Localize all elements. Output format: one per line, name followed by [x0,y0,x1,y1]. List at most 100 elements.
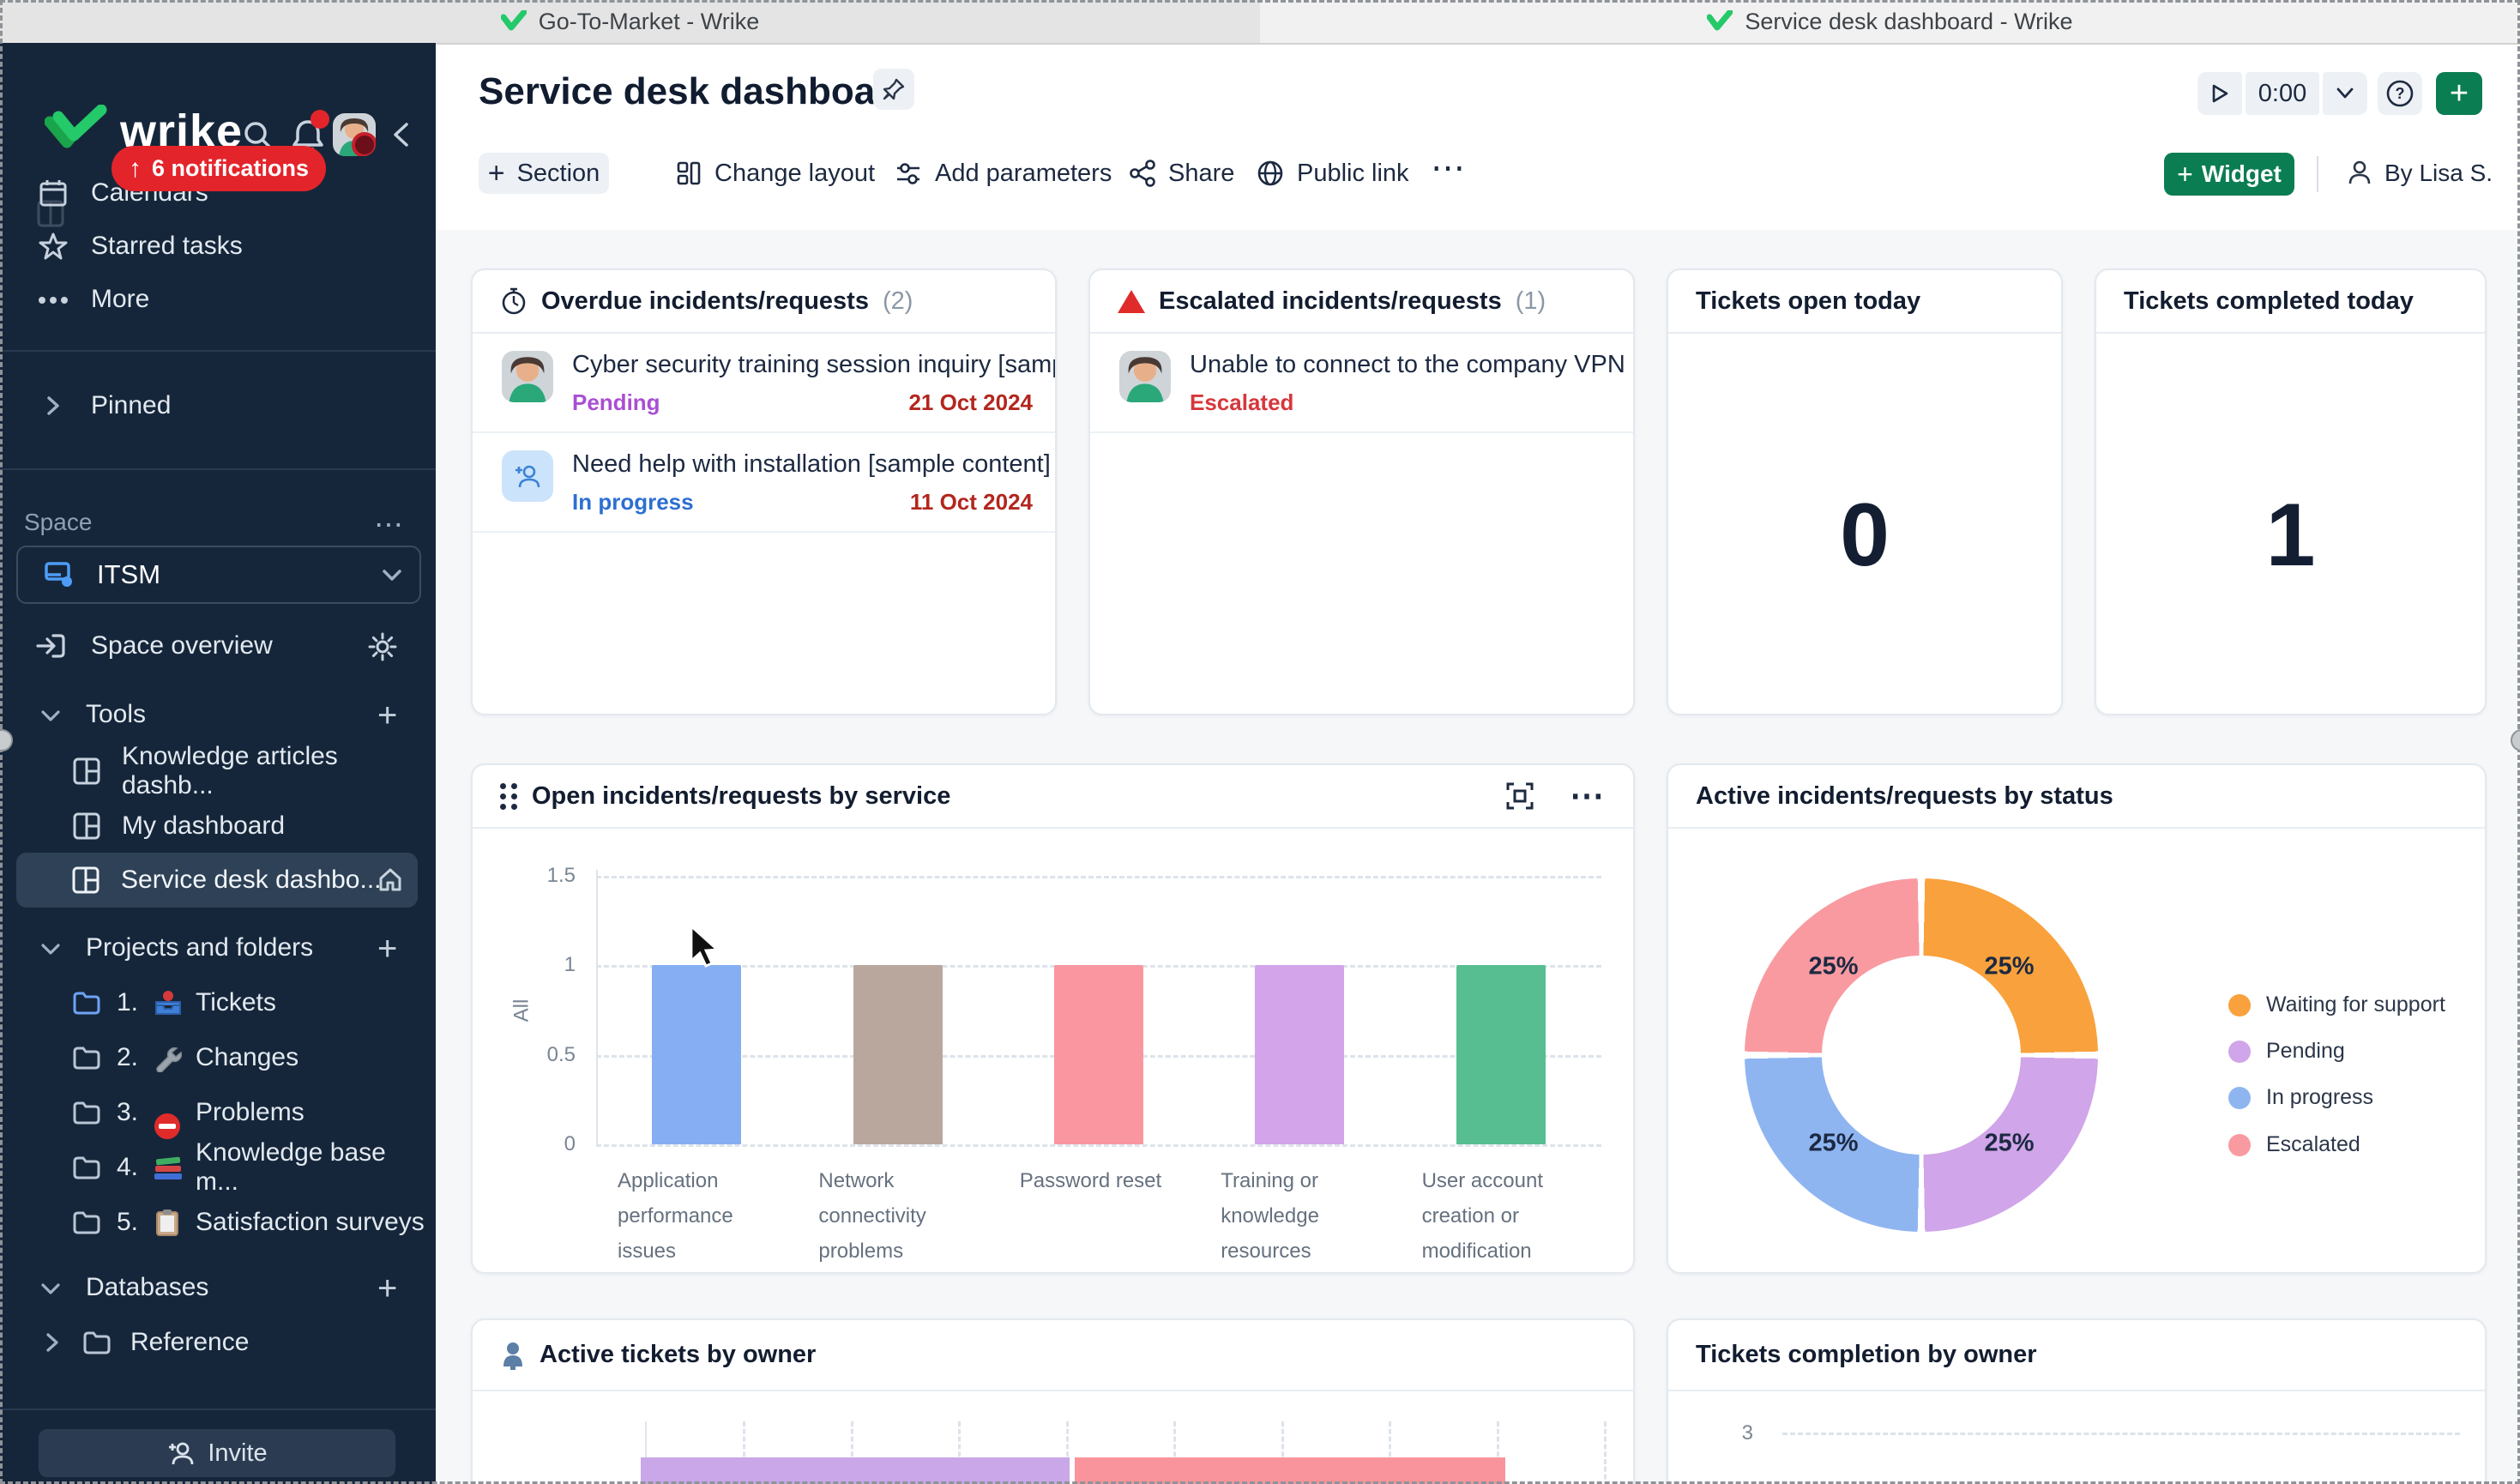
focus-icon[interactable] [1504,781,1535,811]
task-title: Need help with installation [sample cont… [572,450,1055,479]
sidebar-item-changes[interactable]: 2. Changes [0,1031,436,1084]
folder-icon [72,1100,101,1125]
wrench-icon [153,1045,182,1072]
sidebar-item-starred-tasks[interactable]: Starred tasks [0,220,436,273]
drag-handle-icon[interactable] [500,783,518,810]
sidebar-item-space-overview[interactable]: Space overview [0,619,436,673]
browser-tab-service-desk[interactable]: Service desk dashboard - Wrike [1260,0,2520,43]
add-section-button[interactable]: + Section [479,153,609,194]
bar-3[interactable] [1255,965,1344,1144]
widget-more-icon[interactable]: ⋯ [1570,776,1606,816]
sidebar-section-projects[interactable]: Projects and folders + [0,921,436,974]
toolbar-more-button[interactable]: ⋯ [1431,148,1467,189]
sidebar-item-pinned[interactable]: Pinned [0,379,436,432]
legend-item: Pending [2228,1039,2345,1064]
browser-tab-go-to-market[interactable]: Go-To-Market - Wrike [0,0,1260,43]
gridline [596,876,1601,878]
donut-ring[interactable] [1745,878,2098,1232]
change-layout-button[interactable]: Change layout [675,153,875,194]
byline[interactable]: By Lisa S. [2347,153,2493,194]
chevron-right-icon [41,1331,62,1354]
add-widget-button[interactable]: + Widget [2164,153,2294,196]
widget-active-by-status: Active incidents/requests by status 25%2… [1667,763,2487,1274]
help-button[interactable]: ? [2378,72,2422,115]
widget-title: Open incidents/requests by service [532,782,950,811]
bar-segment-Pending[interactable] [641,1457,1070,1484]
task-row[interactable]: Need help with installation [sample cont… [473,433,1055,533]
invite-button[interactable]: Invite [39,1429,395,1477]
slice-label: 25% [1984,1129,2034,1157]
bar-segment-Escalated[interactable] [1075,1457,1505,1484]
space-section-header: Space ⋯ [0,496,436,549]
share-button[interactable]: Share [1129,153,1234,194]
gear-icon[interactable] [367,631,398,662]
add-parameters-button[interactable]: Add parameters [894,153,1112,194]
timer-dropdown-button[interactable] [2323,72,2367,115]
legend-item: Escalated [2228,1132,2360,1157]
sidebar-item-tickets[interactable]: 1. Tickets [0,976,436,1029]
itsm-space-icon [44,561,75,588]
avatar [502,351,553,402]
add-tool-icon[interactable]: + [377,697,397,735]
folder-icon [72,1045,101,1071]
widget-label: Widget [2202,160,2282,188]
sidebar-item-label: Satisfaction surveys [196,1208,425,1237]
task-title: Unable to connect to the company VPN [sa… [1190,351,1633,379]
axis-tick: 0 [524,1132,576,1156]
sidebar-item-more[interactable]: More [0,273,436,326]
add-project-icon[interactable]: + [377,930,397,968]
space-more-icon[interactable]: ⋯ [374,508,405,542]
sidebar-item-satisfaction-surveys[interactable]: 5. Satisfaction surveys [0,1196,436,1249]
legend-label: Escalated [2266,1132,2360,1157]
browser-tab-bar: Go-To-Market - Wrike Service desk dashbo… [0,0,2520,45]
bar-2[interactable] [1054,965,1143,1144]
sidebar-item-label: Knowledge base m... [196,1138,436,1197]
counter-value: 1 [2096,485,2485,587]
invite-label: Invite [208,1439,267,1468]
bar-chart: 1.510.50AllApplicationperformance issues… [473,827,1633,1272]
sidebar-item-knowledge-articles-dashboard[interactable]: Knowledge articles dashb... [0,745,436,798]
browser-tab-title: Service desk dashboard - Wrike [1745,9,2072,35]
task-row[interactable]: Cyber security training session inquiry … [473,334,1055,433]
sidebar-item-my-dashboard[interactable]: My dashboard [0,799,436,853]
bar-4[interactable] [1456,965,1546,1144]
bar-1[interactable] [853,965,943,1144]
sidebar-item-reference[interactable]: Reference [0,1316,436,1369]
axis-tick: 1.5 [524,864,576,888]
widget-count: (1) [1516,287,1546,316]
sidebar-section-tools[interactable]: Tools + [0,688,436,741]
section-label: Section [517,160,600,188]
x-axis-label: User accountcreation ormodification [1422,1163,1597,1269]
chevron-down-icon [2335,87,2355,100]
task-row[interactable]: Unable to connect to the company VPN [sa… [1090,334,1633,433]
browser-tab-title: Go-To-Market - Wrike [539,9,760,35]
add-database-icon[interactable]: + [377,1270,397,1308]
play-button[interactable] [2197,72,2242,115]
sidebar-item-problems[interactable]: 3. Problems [0,1086,436,1139]
chevron-down-icon [39,1282,62,1297]
legend-dot [2228,994,2251,1016]
pin-button[interactable] [873,69,914,110]
item-number: 2. [117,1043,138,1072]
sidebar-item-knowledge-base[interactable]: 4. Knowledge base m... [0,1141,436,1194]
notifications-pill-label: 6 notifications [152,155,309,182]
slice-label: 25% [1984,953,2034,981]
sidebar-item-service-desk-dashboard[interactable]: Service desk dashbo... [16,853,418,908]
space-selector[interactable]: ITSM [16,546,421,604]
bar-0[interactable] [652,965,741,1144]
horizontal-bar-chart: Lisa Simpson [473,1391,1633,1484]
timer-display[interactable]: 0:00 [2246,72,2319,115]
create-new-button[interactable]: + [2436,72,2482,115]
widget-title: Active tickets by owner [540,1341,816,1369]
public-link-button[interactable]: Public link [1256,153,1409,194]
layout-icon [675,160,702,187]
stopwatch-icon [500,287,528,316]
axis-tick: 1 [524,953,576,977]
sidebar-item-label: Tickets [196,988,276,1017]
sidebar-item-label: Changes [196,1043,298,1072]
sidebar-section-databases[interactable]: Databases + [0,1261,436,1314]
notifications-pill[interactable]: ↑ 6 notifications [112,146,326,191]
widget-overdue-incidents: Overdue incidents/requests (2) Cyber sec… [471,268,1057,715]
x-axis-label: Password reset [1020,1163,1195,1198]
sliders-icon [894,160,923,187]
